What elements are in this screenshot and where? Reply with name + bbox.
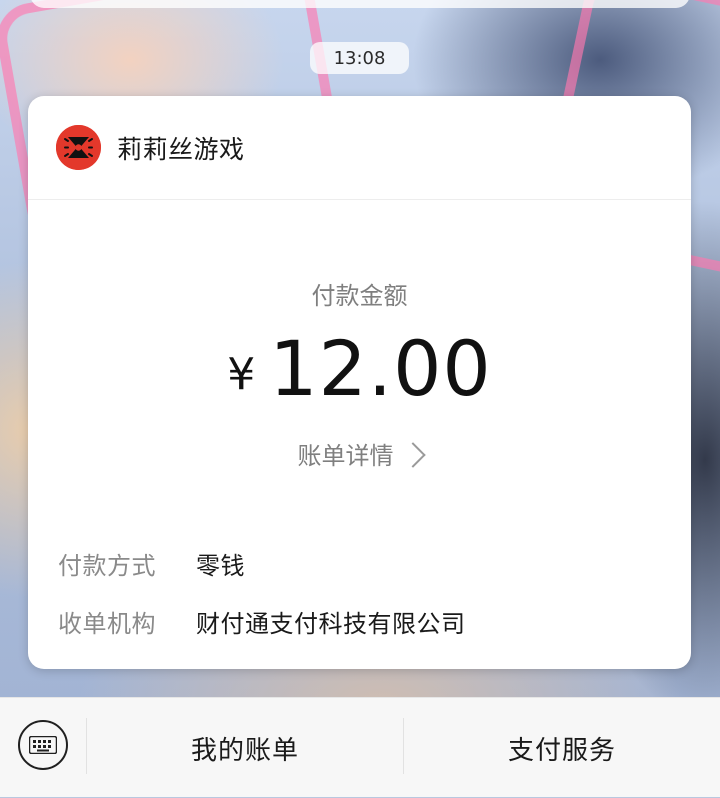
bill-details-label: 账单详情 bbox=[297, 442, 394, 470]
acquirer-row: 收单机构 财付通支付科技有限公司 bbox=[58, 592, 661, 650]
keyboard-icon bbox=[29, 736, 57, 754]
amount-row: ¥ 12.00 bbox=[28, 324, 691, 413]
payment-info: 付款方式 零钱 收单机构 财付通支付科技有限公司 bbox=[58, 534, 661, 650]
merchant-logo bbox=[56, 125, 101, 170]
card-header: 莉莉丝游戏 bbox=[28, 96, 691, 200]
payment-amount: 12.00 bbox=[269, 324, 492, 413]
currency-symbol: ¥ bbox=[227, 349, 256, 400]
bill-details-link[interactable]: 账单详情 bbox=[28, 436, 691, 471]
bottom-action-bar: 我的账单 支付服务 bbox=[0, 697, 720, 797]
tab-payment-service-label: 支付服务 bbox=[507, 735, 616, 766]
top-handle bbox=[30, 0, 690, 8]
acquirer-label: 收单机构 bbox=[58, 609, 156, 638]
acquirer-value: 财付通支付科技有限公司 bbox=[196, 609, 466, 638]
chevron-right-icon bbox=[399, 441, 426, 468]
keyboard-button[interactable] bbox=[18, 720, 68, 770]
payment-method-label: 付款方式 bbox=[58, 551, 156, 580]
merchant-name: 莉莉丝游戏 bbox=[117, 134, 245, 164]
payment-method-value: 零钱 bbox=[196, 551, 245, 580]
time-text: 13:08 bbox=[333, 47, 386, 69]
payment-card: 莉莉丝游戏 付款金额 ¥ 12.00 账单详情 付款方式 零钱 收单机构 财付通… bbox=[28, 96, 691, 669]
tab-my-bill-label: 我的账单 bbox=[190, 735, 299, 766]
tab-my-bill[interactable]: 我的账单 bbox=[87, 698, 403, 798]
time-indicator: 13:08 bbox=[310, 42, 409, 74]
amount-label: 付款金额 bbox=[311, 282, 408, 310]
payment-method-row: 付款方式 零钱 bbox=[58, 534, 661, 592]
tab-payment-service[interactable]: 支付服务 bbox=[404, 698, 720, 798]
